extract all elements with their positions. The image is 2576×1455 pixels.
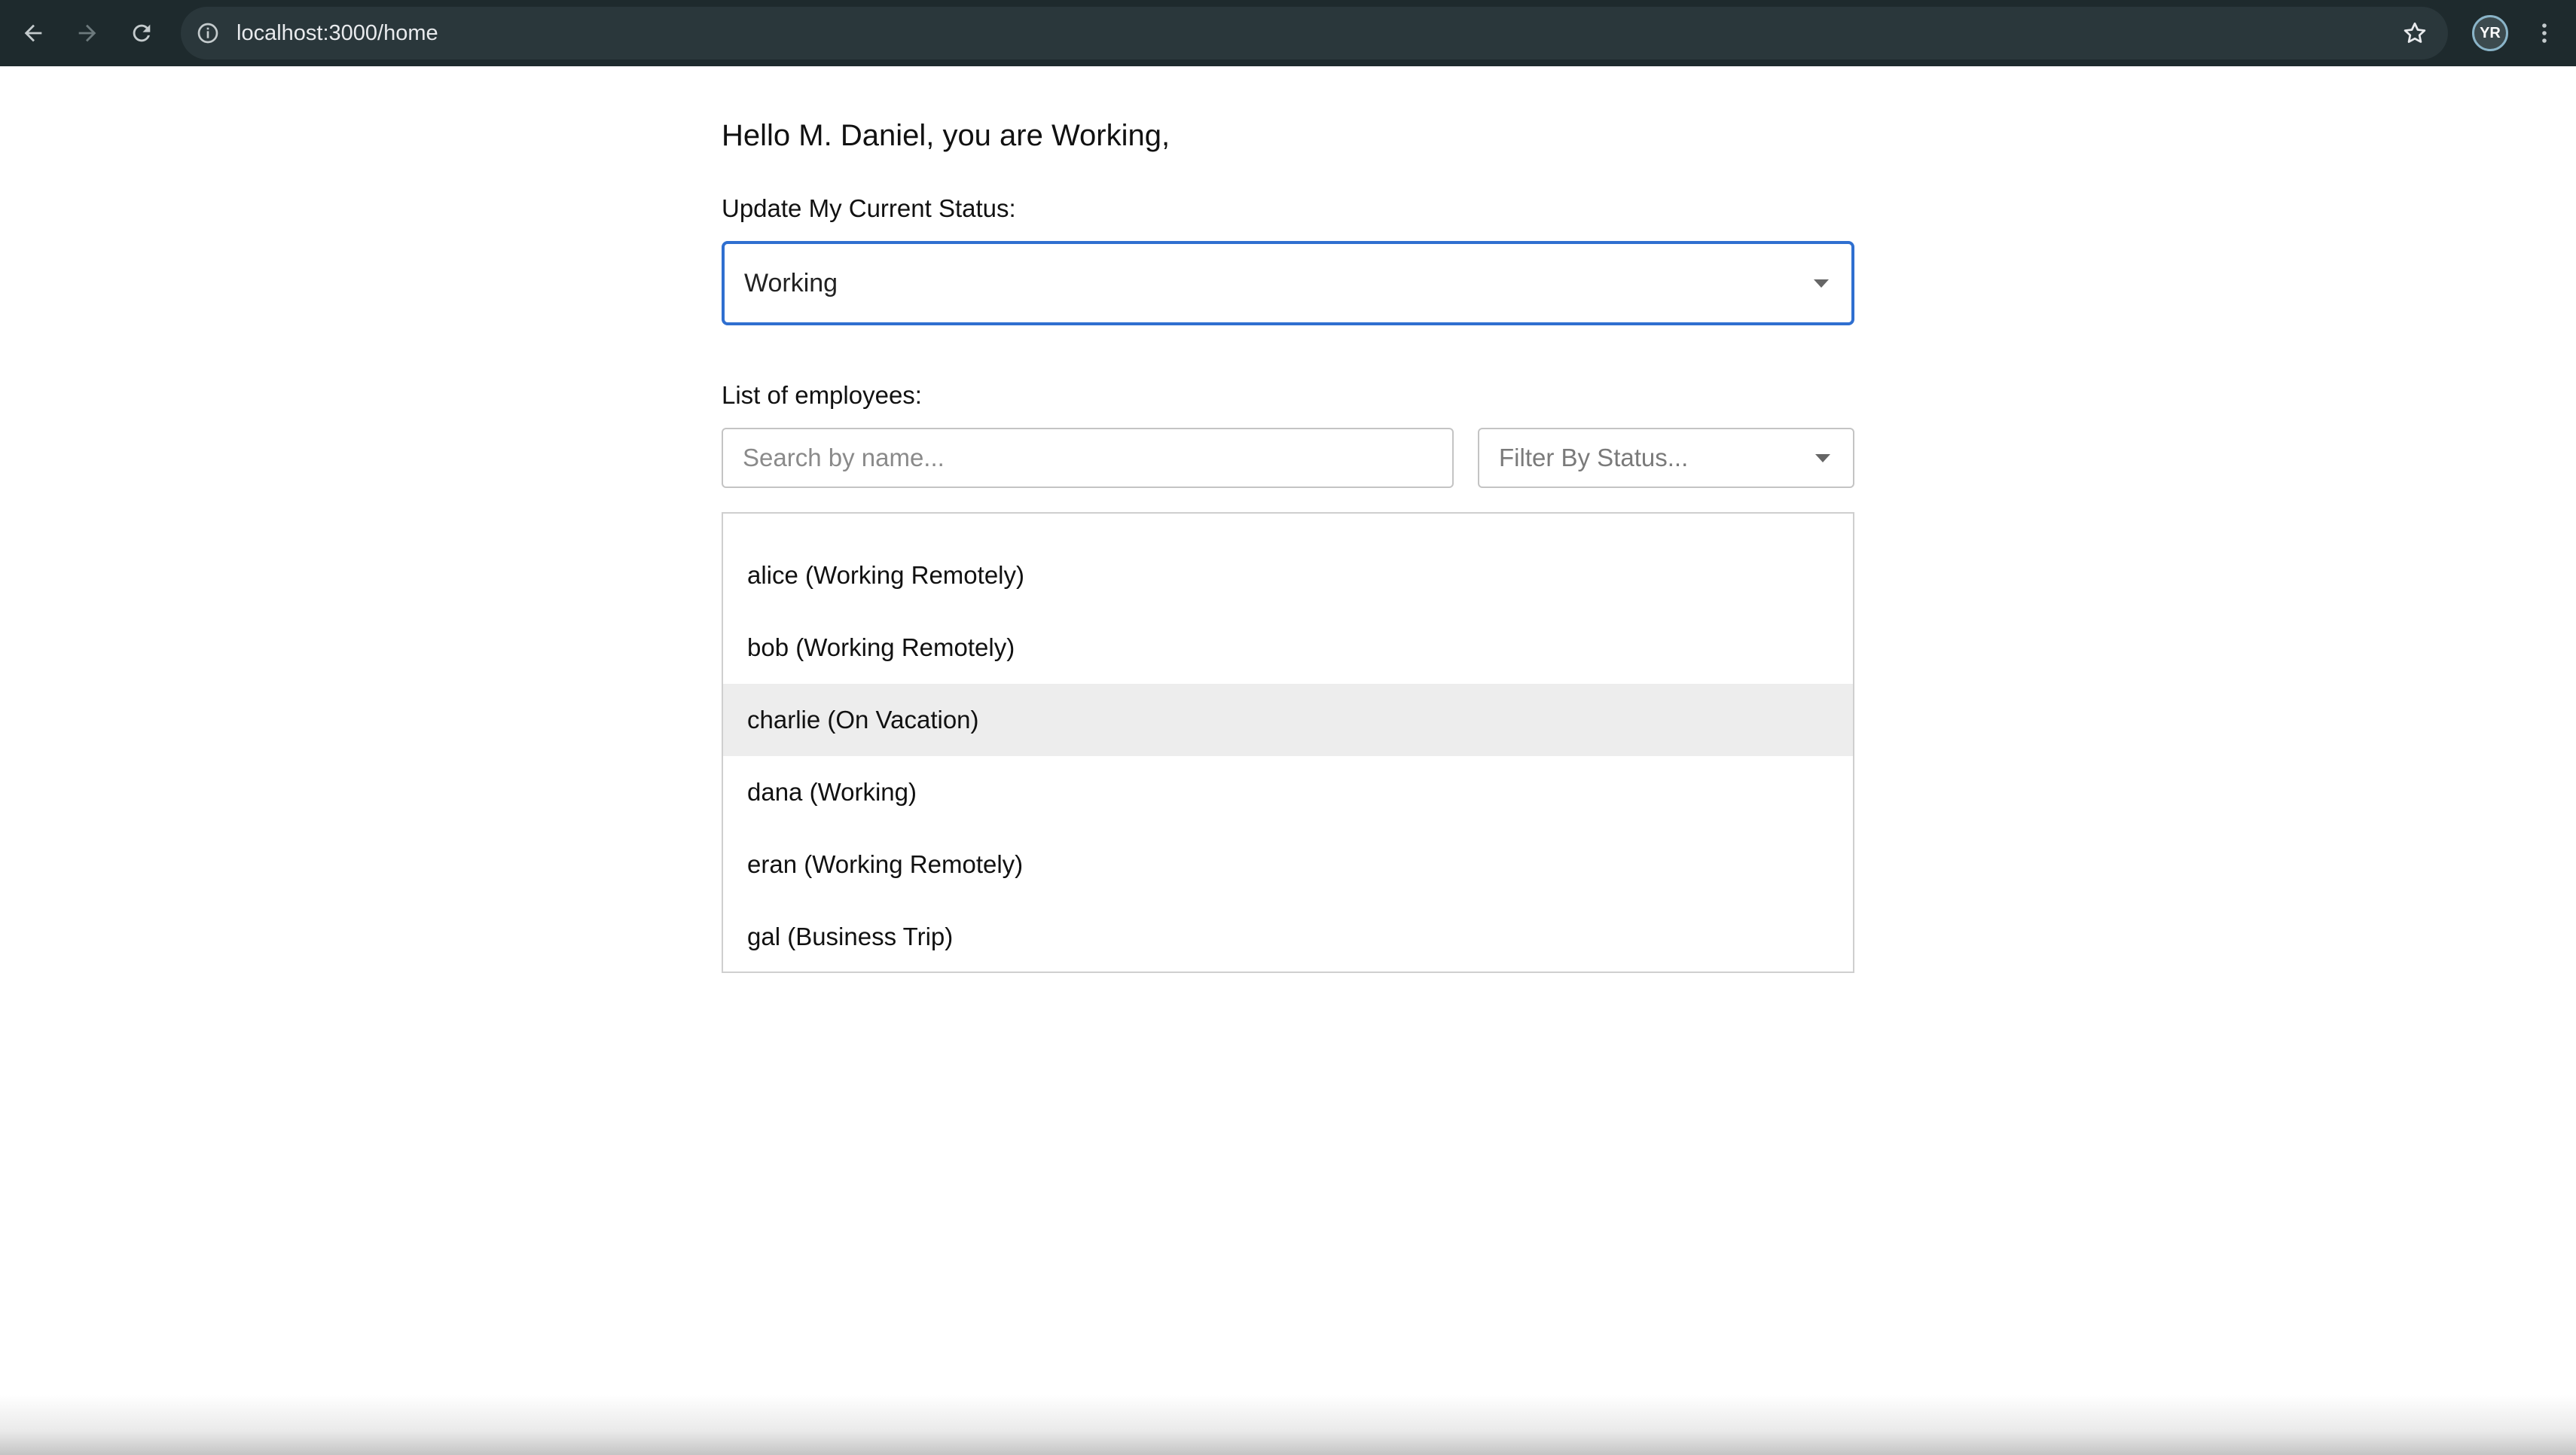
browser-toolbar: localhost:3000/home YR <box>0 0 2576 66</box>
back-arrow-icon <box>24 24 42 42</box>
kebab-menu-icon <box>2542 23 2547 43</box>
list-item[interactable]: alice (Working Remotely) <box>723 539 1853 612</box>
browser-menu-button[interactable] <box>2529 11 2559 56</box>
address-bar[interactable]: localhost:3000/home <box>181 7 2448 59</box>
list-item[interactable]: eran (Working Remotely) <box>723 828 1853 901</box>
chevron-down-icon <box>1814 279 1829 288</box>
filter-select-placeholder: Filter By Status... <box>1499 444 1689 471</box>
list-item[interactable]: dana (Working) <box>723 756 1853 828</box>
info-icon[interactable] <box>196 21 220 45</box>
window-bottom-shadow <box>0 1395 2576 1455</box>
status-label: Update My Current Status: <box>722 194 1016 222</box>
list-item[interactable]: charlie (On Vacation) <box>723 684 1853 756</box>
chevron-down-icon <box>1815 454 1830 462</box>
url-text[interactable]: localhost:3000/home <box>237 7 438 59</box>
search-input[interactable] <box>722 428 1454 488</box>
list-item[interactable]: gal (Business Trip) <box>723 901 1853 973</box>
reload-icon <box>133 24 151 42</box>
employee-list: alice (Working Remotely) bob (Working Re… <box>722 512 1854 973</box>
status-select-value: Working <box>744 269 838 297</box>
back-button[interactable] <box>11 11 56 56</box>
reload-button[interactable] <box>119 11 164 56</box>
status-select[interactable]: Working <box>722 241 1854 325</box>
status-filter-select[interactable]: Filter By Status... <box>1478 428 1854 488</box>
star-icon[interactable] <box>2401 20 2428 47</box>
employees-label: List of employees: <box>722 381 922 409</box>
greeting-heading: Hello M. Daniel, you are Working, <box>722 119 1170 152</box>
forward-arrow-icon <box>78 24 96 42</box>
profile-avatar[interactable]: YR <box>2472 15 2508 51</box>
list-item[interactable]: bob (Working Remotely) <box>723 612 1853 684</box>
forward-button[interactable] <box>65 11 110 56</box>
